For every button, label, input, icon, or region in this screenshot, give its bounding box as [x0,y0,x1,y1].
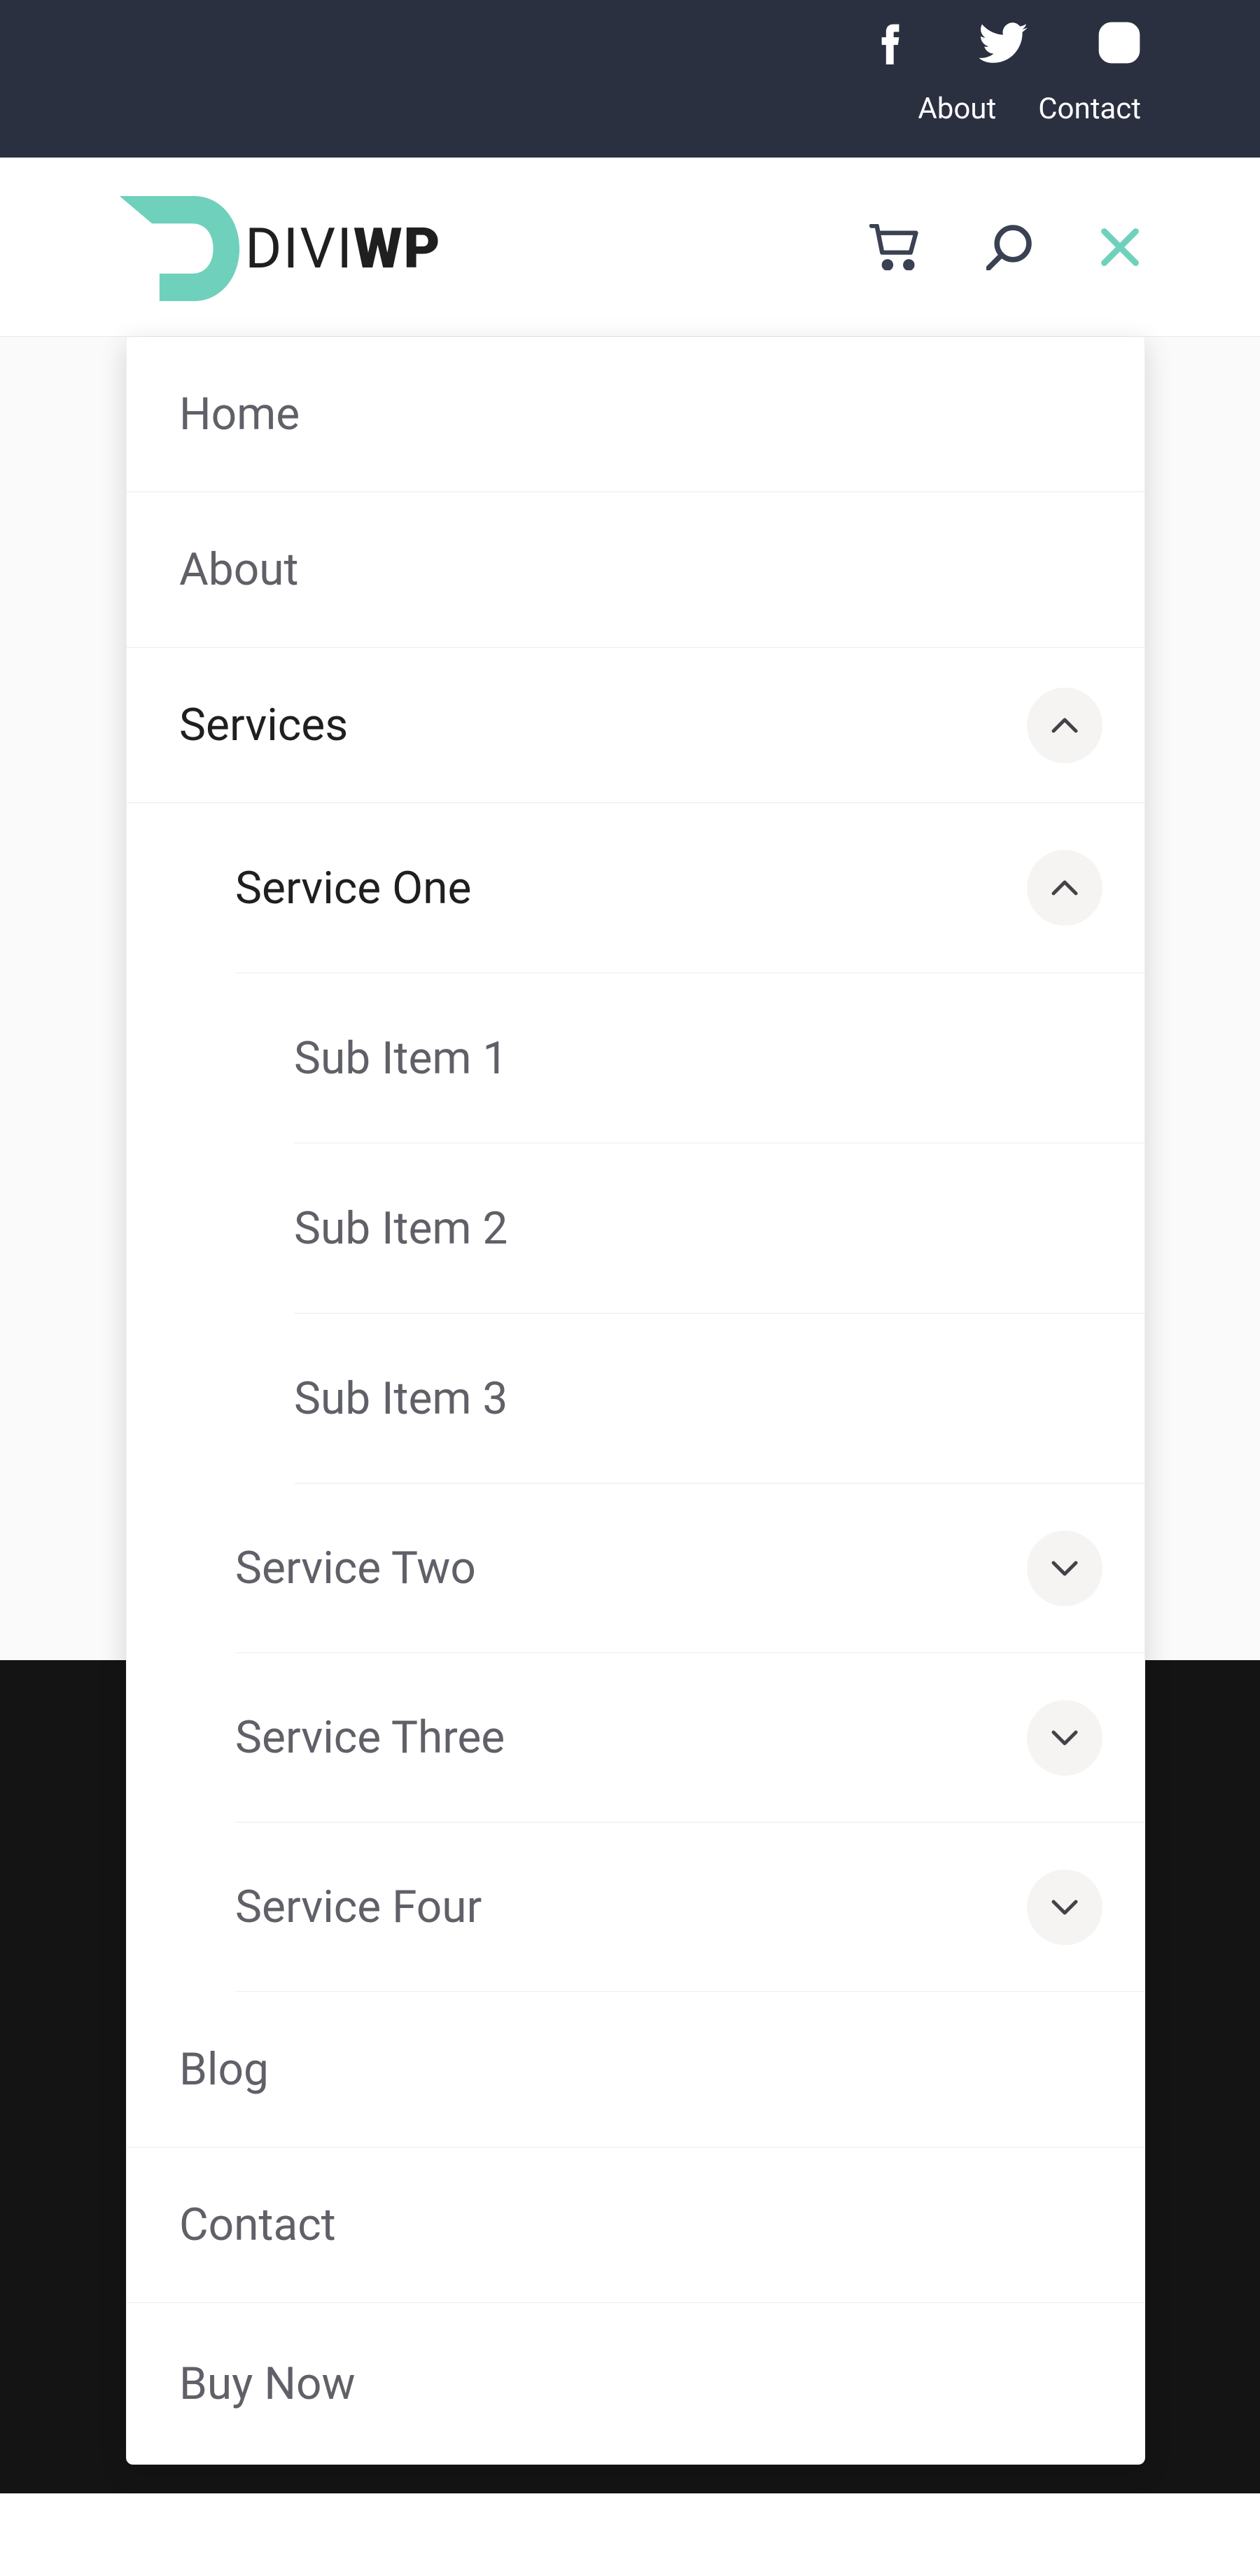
topbar-contact-link[interactable]: Contact [1038,92,1141,126]
menu-item-about[interactable]: About [127,492,1144,648]
menu-item-service-two[interactable]: Service Two [235,1484,1144,1653]
chevron-down-icon [1051,1729,1079,1746]
page-body: Home About Services Service One Sub Item [0,337,1260,2493]
instagram-icon[interactable] [1098,21,1141,67]
menu-item-label: Sub Item 2 [294,1202,507,1255]
twitter-icon[interactable] [977,22,1028,66]
cart-icon[interactable] [869,224,920,273]
logo-text: DIVIWP [245,221,442,277]
top-links: About Contact [918,92,1141,126]
menu-item-label: Sub Item 1 [294,1032,507,1085]
mobile-menu-panel: Home About Services Service One Sub Item [126,337,1145,2465]
menu-item-label: Buy Now [179,2358,356,2410]
menu-item-label: Sub Item 3 [294,1372,507,1425]
menu-item-blog[interactable]: Blog [127,1992,1144,2147]
menu-item-contact[interactable]: Contact [127,2147,1144,2303]
menu-item-sub3[interactable]: Sub Item 3 [294,1314,1144,1484]
top-bar: About Contact [0,0,1260,158]
expand-toggle[interactable] [1027,1700,1102,1776]
menu-item-sub1[interactable]: Sub Item 1 [294,973,1144,1143]
menu-item-label: Services [179,699,348,751]
expand-toggle[interactable] [1027,1531,1102,1606]
services-submenu: Service One Sub Item 1 Sub Item 2 Sub It… [127,803,1144,1992]
menu-item-home[interactable]: Home [127,337,1144,492]
menu-item-label: Service Four [235,1881,482,1933]
chevron-up-icon [1051,717,1079,734]
collapse-toggle[interactable] [1027,688,1102,763]
menu-item-services[interactable]: Services [127,648,1144,803]
logo[interactable]: DIVIWP [119,196,442,301]
menu-item-service-four[interactable]: Service Four [235,1823,1144,1992]
header-icons [869,224,1141,273]
header-bar: DIVIWP [0,158,1260,337]
menu-item-label: About [179,543,298,596]
collapse-toggle[interactable] [1027,850,1102,926]
menu-item-service-one[interactable]: Service One [235,803,1144,973]
facebook-icon[interactable] [874,21,907,67]
close-menu-icon[interactable] [1099,226,1141,271]
menu-item-label: Service One [235,862,471,914]
menu-item-label: Contact [179,2199,336,2251]
social-icons [874,21,1141,67]
menu-item-sub2[interactable]: Sub Item 2 [294,1143,1144,1314]
topbar-about-link[interactable]: About [918,92,996,126]
chevron-down-icon [1051,1560,1079,1577]
search-icon[interactable] [986,224,1032,273]
expand-toggle[interactable] [1027,1870,1102,1945]
logo-mark-icon [119,196,245,301]
menu-item-service-three[interactable]: Service Three [235,1653,1144,1823]
chevron-down-icon [1051,1899,1079,1916]
menu-item-buy-now[interactable]: Buy Now [127,2303,1144,2464]
menu-item-label: Service Three [235,1711,505,1764]
chevron-up-icon [1051,879,1079,896]
menu-item-label: Service Two [235,1542,476,1594]
menu-item-label: Home [179,388,300,440]
service-one-submenu: Sub Item 1 Sub Item 2 Sub Item 3 [235,973,1144,1484]
menu-item-label: Blog [179,2043,269,2096]
